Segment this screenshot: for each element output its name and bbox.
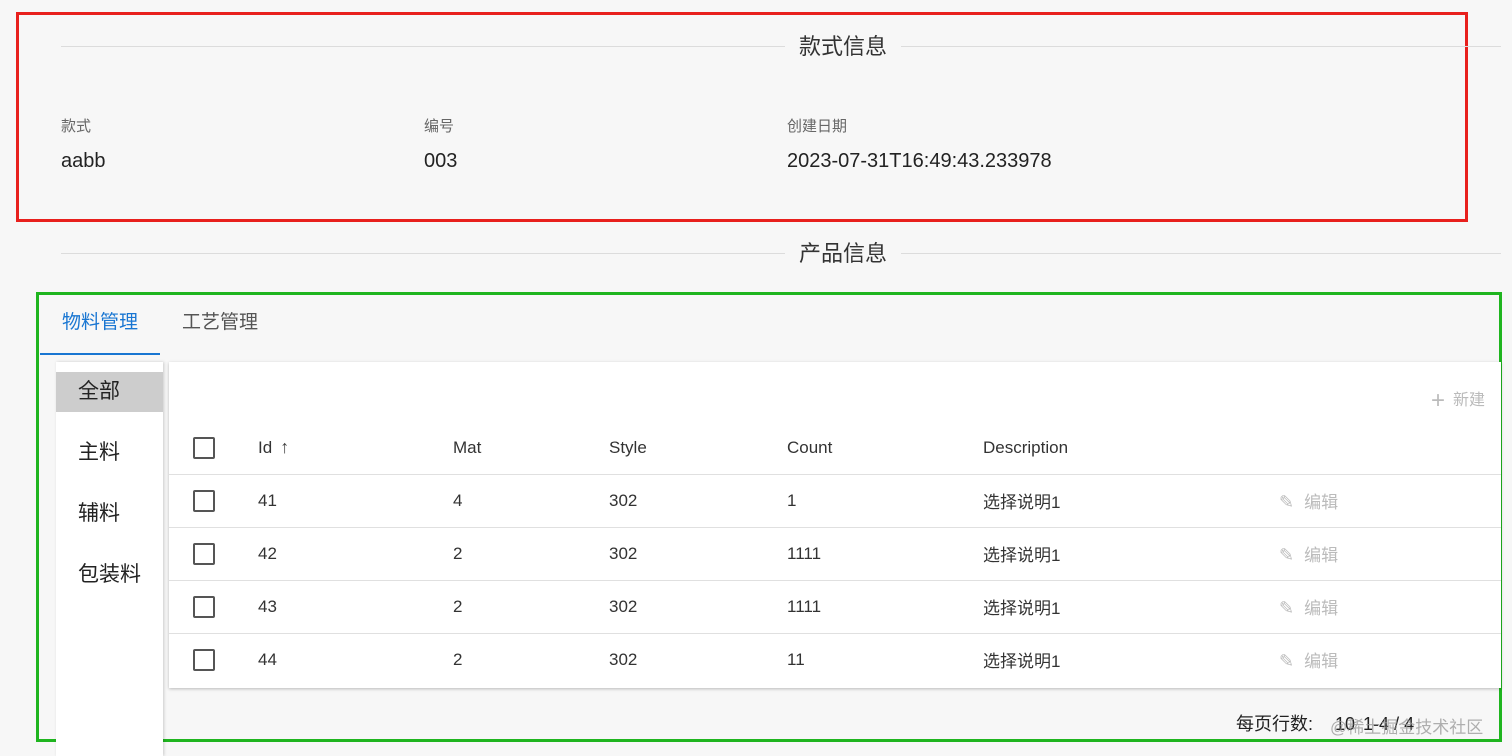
cell-mat: 2 [453,649,463,669]
table-row: 44 2 302 11 选择说明1 ✎ 编辑 [169,633,1501,686]
field-style-label: 款式 [61,118,92,135]
header-description[interactable]: Description [983,422,1279,475]
cell-id: 44 [258,649,277,669]
cell-mat: 2 [453,527,609,581]
row-checkbox[interactable] [193,648,215,671]
row-checkbox-cell [169,527,258,581]
product-tabs: 物料管理 工艺管理 [40,300,1500,355]
cell-style: 302 [609,649,638,669]
select-all-checkbox[interactable] [193,436,215,459]
cell-mat: 4 [453,474,609,528]
cell-description: 选择说明1 [983,474,1279,528]
header-checkbox-cell [169,422,258,475]
material-table: Id ↑ Mat Style Count Description 41 4 302… [169,422,1501,686]
cell-style: 302 [609,474,787,528]
plus-icon: + [1431,387,1446,414]
category-item-auxiliary-material[interactable]: 辅料 [56,494,163,534]
header-id-label: Id [258,438,273,458]
pencil-icon: ✎ [1279,545,1295,565]
field-number-value: 003 [424,150,458,172]
divider-line [61,46,1501,47]
field-number: 编号 003 [424,115,457,173]
table-header-row: Id ↑ Mat Style Count Description [169,422,1501,475]
field-number-label: 编号 [424,118,455,135]
category-item-main-material[interactable]: 主料 [56,433,163,473]
field-created-date-label: 创建日期 [787,118,848,135]
edit-button-label: 编辑 [1304,546,1339,565]
rows-per-page-label: 每页行数: [1236,714,1314,734]
header-mat[interactable]: Mat [453,422,609,475]
category-sidebar: 全部 主料 辅料 包装料 [56,362,163,756]
style-section-title: 款式信息 [785,32,902,62]
new-button[interactable]: + 新建 [1431,388,1501,414]
header-style[interactable]: Style [609,422,787,475]
cell-count: 11 [787,649,805,669]
field-created-date: 创建日期 2023-07-31T16:49:43.233978 [787,115,1052,173]
edit-button-label: 编辑 [1304,652,1339,672]
new-button-label: 新建 [1453,392,1486,409]
edit-button-label: 编辑 [1304,599,1339,618]
category-item-packaging-material[interactable]: 包装料 [56,555,163,595]
cell-count: 1111 [787,527,983,581]
edit-button[interactable]: ✎ 编辑 [1279,651,1339,672]
material-table-panel: +新建 Id↑ Mat Style Count Description 41 [169,362,1501,688]
row-checkbox[interactable] [193,542,215,565]
edit-button-label: 编辑 [1304,493,1339,512]
cell-count: 1 [787,474,983,528]
cell-count: 1111 [787,580,983,634]
cell-style: 302 [609,580,787,634]
watermark: @稀土掘金技术社区 [1330,718,1484,737]
cell-id: 43 [258,580,453,634]
pencil-icon: ✎ [1279,651,1295,672]
header-actions [1279,422,1501,475]
row-checkbox[interactable] [193,489,215,512]
header-count[interactable]: Count [787,422,983,475]
cell-actions: ✎ 编辑 [1279,580,1501,634]
product-section-divider: 产品信息 [61,239,1501,269]
field-style-value: aabb [61,150,106,172]
cell-description: 选择说明1 [983,580,1279,634]
pencil-icon: ✎ [1279,598,1295,618]
edit-button[interactable]: ✎ 编辑 [1279,545,1339,565]
divider-line [61,253,1501,254]
style-section-divider: 款式信息 [61,32,1501,62]
cell-actions: ✎ 编辑 [1279,474,1501,528]
product-section-title: 产品信息 [785,239,902,269]
tab-process-management[interactable]: 工艺管理 [160,300,280,355]
edit-button[interactable]: ✎ 编辑 [1279,492,1339,512]
header-id[interactable]: Id ↑ [258,422,453,475]
row-checkbox-cell [169,580,258,634]
row-checkbox[interactable] [193,595,215,618]
cell-description: 选择说明1 [983,527,1279,581]
tab-material-management[interactable]: 物料管理 [40,300,161,355]
table-row: 42 2 302 1111 选择说明1 ✎ 编辑 [169,527,1501,581]
cell-id: 41 [258,474,453,528]
field-created-date-value: 2023-07-31T16:49:43.233978 [787,150,1052,172]
cell-style: 302 [609,527,787,581]
row-checkbox-cell [169,474,258,528]
field-style: 款式 aabb [61,115,106,173]
row-checkbox-cell [169,633,258,686]
cell-actions: ✎ 编辑 [1279,527,1501,581]
cell-mat: 2 [453,580,609,634]
category-item-all[interactable]: 全部 [56,372,163,412]
table-row: 43 2 302 1111 选择说明1 ✎ 编辑 [169,580,1501,634]
arrow-up-icon: ↑ [280,437,290,458]
cell-id: 42 [258,527,453,581]
cell-actions: ✎ 编辑 [1279,633,1501,686]
cell-description: 选择说明1 [983,652,1061,672]
edit-button[interactable]: ✎ 编辑 [1279,598,1339,618]
pencil-icon: ✎ [1279,492,1295,512]
table-row: 41 4 302 1 选择说明1 ✎ 编辑 [169,474,1501,528]
